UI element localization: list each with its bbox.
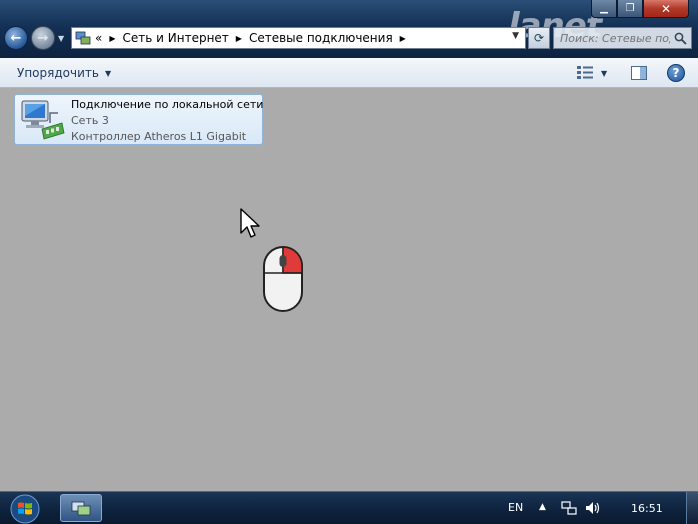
preview-pane-icon	[631, 66, 647, 80]
right-click-mouse-icon	[262, 245, 304, 316]
organize-label: Упорядочить	[17, 66, 99, 80]
change-view-button[interactable]: ▼	[577, 65, 613, 81]
preview-pane-button[interactable]	[631, 65, 647, 81]
search-box[interactable]	[553, 27, 692, 49]
forward-arrow-icon: →	[37, 30, 49, 46]
network-adapter-icon	[20, 99, 66, 143]
network-tray-icon[interactable]	[561, 501, 577, 518]
back-button[interactable]: ←	[4, 26, 28, 50]
start-button[interactable]	[6, 492, 44, 524]
close-button[interactable]: ✕	[643, 0, 689, 18]
refresh-icon: ⟳	[533, 31, 545, 45]
organize-button[interactable]: Упорядочить ▼	[17, 66, 111, 80]
breadcrumb-separator-icon[interactable]: ▶	[109, 34, 115, 43]
help-icon: ?	[672, 66, 680, 80]
connection-item[interactable]: Подключение по локальной сети Сеть 3 Кон…	[14, 94, 263, 145]
recent-pages-dropdown[interactable]: ▼	[58, 34, 64, 43]
minimize-button[interactable]: ▁	[591, 0, 617, 18]
connection-device: Контроллер Atheros L1 Gigabit	[71, 130, 247, 143]
help-button[interactable]: ?	[667, 64, 685, 82]
connection-name: Подключение по локальной сети	[71, 98, 264, 111]
show-hidden-icons-button[interactable]: ▲	[539, 502, 546, 512]
search-icon[interactable]	[674, 32, 687, 48]
breadcrumb-network-internet[interactable]: Сеть и Интернет	[123, 31, 229, 45]
clock[interactable]: 16:51	[631, 502, 663, 515]
back-arrow-icon: ←	[10, 30, 22, 46]
address-prefix[interactable]: «	[95, 31, 102, 45]
breadcrumb-separator-icon[interactable]: ▶	[236, 34, 242, 43]
windows-start-icon	[10, 494, 40, 523]
chevron-down-icon: ▼	[601, 68, 608, 78]
breadcrumb-separator-icon[interactable]: ▶	[400, 34, 406, 43]
show-desktop-button[interactable]	[686, 492, 698, 524]
connections-list: Подключение по локальной сети Сеть 3 Кон…	[0, 89, 698, 491]
maximize-button[interactable]: ❐	[617, 0, 643, 18]
change-view-icon	[577, 65, 593, 82]
network-connections-icon	[75, 30, 91, 46]
breadcrumb-network-connections[interactable]: Сетевые подключения	[249, 31, 393, 45]
mouse-pointer-icon	[239, 207, 263, 244]
refresh-button[interactable]: ⟳	[528, 27, 550, 49]
command-bar: Упорядочить ▼ ▼ ?	[0, 58, 698, 88]
language-indicator[interactable]: EN	[508, 501, 523, 514]
forward-button[interactable]: →	[31, 26, 55, 50]
chevron-down-icon: ▼	[104, 68, 112, 78]
volume-icon[interactable]	[585, 501, 601, 518]
taskbar-network-connections[interactable]	[60, 494, 102, 522]
window-titlebar: lanet ▁ ❐ ✕ ← → ▼ « ▶ Сеть и Интернет ▶ …	[0, 0, 698, 58]
network-connections-icon	[71, 501, 91, 516]
taskbar: EN ▲ 16:51	[0, 491, 698, 524]
connection-network: Сеть 3	[71, 114, 109, 127]
address-bar[interactable]: « ▶ Сеть и Интернет ▶ Сетевые подключени…	[71, 27, 526, 49]
address-dropdown-icon[interactable]: ▼	[512, 31, 519, 41]
search-input[interactable]	[560, 31, 670, 45]
